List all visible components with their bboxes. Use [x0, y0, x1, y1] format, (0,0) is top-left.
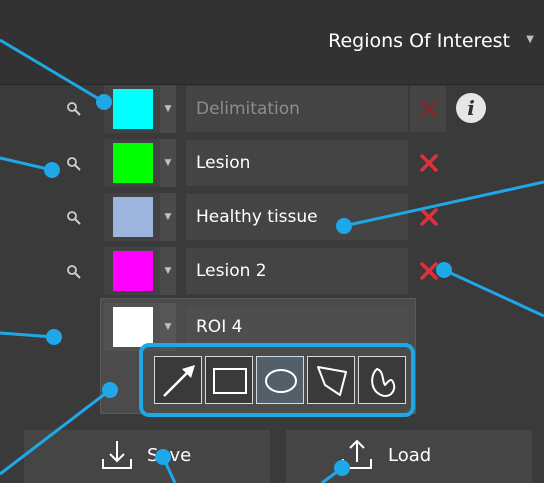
color-dropdown-caret-icon[interactable]: ▼ — [160, 139, 176, 187]
zoom-magnifier-icon[interactable] — [66, 156, 82, 172]
download-icon — [102, 441, 132, 469]
roi-name-field[interactable]: Delimitation — [186, 86, 408, 132]
roi-name-field[interactable]: ROI 4 — [186, 306, 408, 348]
zoom-magnifier-icon[interactable] — [66, 264, 82, 280]
color-swatch[interactable] — [113, 197, 153, 237]
color-swatch[interactable] — [113, 89, 153, 129]
drawing-tools-highlight — [139, 343, 415, 417]
delete-icon[interactable] — [418, 98, 440, 120]
load-button[interactable]: Load — [286, 430, 532, 483]
roi-name-field[interactable]: Lesion — [186, 140, 408, 186]
panel-header: Regions Of Interest ▼ — [0, 0, 544, 85]
roi-panel: Regions Of Interest ▼ ▼ Delimitation i ▼… — [0, 0, 544, 483]
save-button[interactable]: Save — [24, 430, 270, 483]
color-dropdown-caret-icon[interactable]: ▼ — [160, 193, 176, 241]
roi-name-field[interactable]: Healthy tissue — [186, 194, 408, 240]
upload-icon — [342, 439, 372, 469]
load-button-label: Load — [388, 445, 432, 466]
panel-title: Regions Of Interest — [328, 30, 510, 52]
save-button-label: Save — [147, 445, 192, 466]
color-swatch[interactable] — [113, 251, 153, 291]
color-swatch[interactable] — [113, 143, 153, 183]
header-menu-caret-icon[interactable]: ▼ — [526, 34, 534, 45]
zoom-magnifier-icon[interactable] — [66, 210, 82, 226]
zoom-magnifier-icon[interactable] — [66, 101, 82, 117]
delete-icon[interactable] — [418, 260, 440, 282]
delete-icon[interactable] — [418, 152, 440, 174]
delete-icon[interactable] — [418, 206, 440, 228]
roi-name-field[interactable]: Lesion 2 — [186, 248, 408, 294]
color-swatch[interactable] — [113, 307, 153, 347]
color-dropdown-caret-icon[interactable]: ▼ — [160, 85, 176, 133]
color-dropdown-caret-icon[interactable]: ▼ — [160, 247, 176, 295]
info-icon[interactable]: i — [456, 93, 486, 123]
